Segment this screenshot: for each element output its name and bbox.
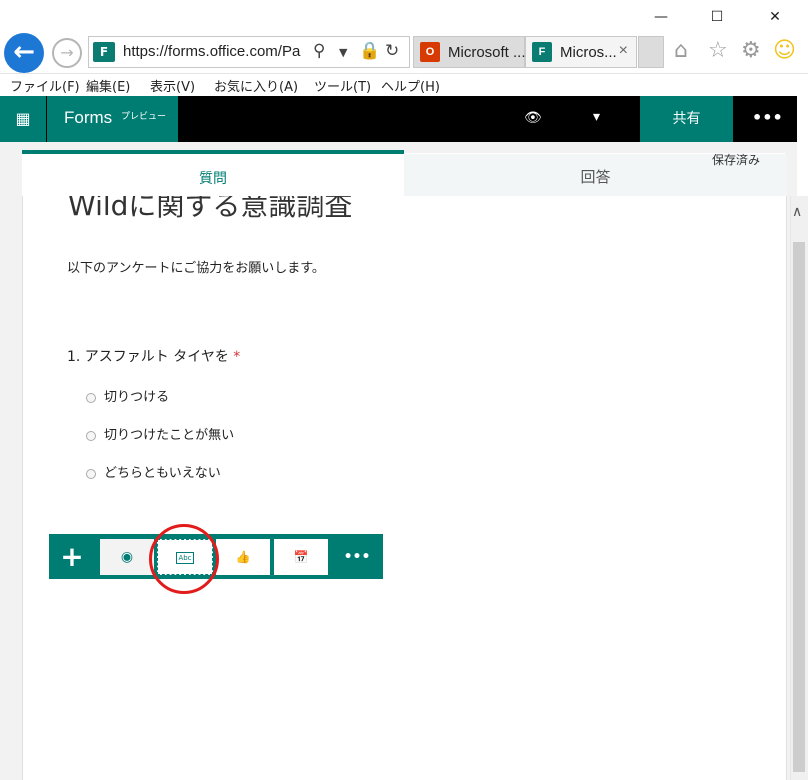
more-question-types-icon[interactable]: ••• [337,539,377,575]
search-icon[interactable]: ⚲ [313,41,325,61]
saved-status: 保存済み [712,153,761,167]
forms-favicon-icon: F [93,42,115,62]
radio-icon[interactable] [86,468,96,479]
new-tab-button[interactable] [638,36,664,68]
maximize-button[interactable]: ☐ [702,6,732,28]
forms-app-bar: ▦ Forms プレビュー 👁 ▾ 共有 ••• [0,96,797,142]
tab-questions[interactable]: 質問 [22,150,404,196]
thumbs-up-icon: 👍 [235,550,251,564]
tab-microsoft[interactable]: O Microsoft ... [413,36,526,68]
forms-brand[interactable]: Forms プレビュー [47,96,178,142]
tab-questions-label: 質問 [199,171,227,187]
highlight-circle-annotation [149,524,219,594]
rating-question-button[interactable]: 👍 [216,539,270,575]
scrollbar-thumb[interactable] [793,242,805,772]
option-label: どちらともいえない [104,466,221,481]
lock-icon[interactable]: 🔒 [359,41,380,61]
favorites-star-icon[interactable]: ☆ [708,38,728,63]
menu-bar: ファイル(F) 編集(E) 表示(V) お気に入り(A) ツール(T) ヘルプ(… [0,74,808,96]
refresh-icon[interactable]: ↻ [385,41,399,61]
office-icon: O [420,42,440,62]
choice-question-button[interactable]: ◉ [100,539,154,575]
close-tab-icon[interactable]: × [619,42,628,60]
scroll-up-icon[interactable]: ∧ [792,204,802,220]
form-description[interactable]: 以下のアンケートにご協力をお願いします。 [67,257,325,276]
address-url[interactable]: https://forms.office.com/Pa [123,43,309,60]
brand-name: Forms [64,108,113,127]
calendar-icon: 📅 [293,550,309,564]
menu-help[interactable]: ヘルプ(H) [381,76,440,95]
tab-forms[interactable]: F Micros... × [525,36,637,68]
question-1-title[interactable]: 1. アスファルト タイヤを * [67,346,240,366]
required-mark: * [233,349,241,365]
radio-icon[interactable] [86,392,96,403]
dropdown-icon[interactable]: ▼ [339,46,347,59]
menu-tools[interactable]: ツール(T) [314,76,371,95]
address-bar[interactable]: F https://forms.office.com/Pa ⚲ ▼ 🔒 ↻ [88,36,410,68]
radio-icon[interactable] [86,430,96,441]
forms-icon: F [532,42,552,62]
tab-label: Micros... [560,44,617,61]
option-label: 切りつけたことが無い [104,428,235,443]
tab-responses-label: 回答 [580,168,611,186]
date-question-button[interactable]: 📅 [274,539,328,575]
minimize-button[interactable]: — [646,6,676,28]
settings-gear-icon[interactable]: ⚙ [741,38,761,63]
share-button[interactable]: 共有 [640,96,733,142]
preview-eye-icon[interactable]: 👁 [524,110,542,126]
menu-file[interactable]: ファイル(F) [10,76,80,95]
home-icon[interactable]: ⌂ [674,38,688,63]
close-window-button[interactable]: ✕ [760,6,790,28]
back-button[interactable]: ← [4,33,44,73]
option-3[interactable]: どちらともいえない [86,462,221,481]
choice-radio-icon: ◉ [120,549,134,565]
option-1[interactable]: 切りつける [86,386,169,405]
app-launcher-icon[interactable]: ▦ [0,96,46,142]
tab-label: Microsoft ... [448,44,526,61]
theme-icon[interactable]: ▾ [593,109,600,125]
forward-button[interactable]: → [52,38,82,68]
add-question-plus-icon[interactable]: + [49,534,95,579]
feedback-smiley-icon[interactable]: ☺ [773,38,796,63]
menu-favorites[interactable]: お気に入り(A) [214,76,298,95]
question-1-label: 1. アスファルト タイヤを [67,349,234,365]
menu-view[interactable]: 表示(V) [150,76,195,95]
option-2[interactable]: 切りつけたことが無い [86,424,234,443]
option-label: 切りつける [104,390,170,405]
more-options-icon[interactable]: ••• [752,108,783,127]
browser-titlebar: — ☐ ✕ ← → F https://forms.office.com/Pa … [0,0,808,74]
menu-edit[interactable]: 編集(E) [86,76,130,95]
preview-tag: プレビュー [121,112,167,122]
